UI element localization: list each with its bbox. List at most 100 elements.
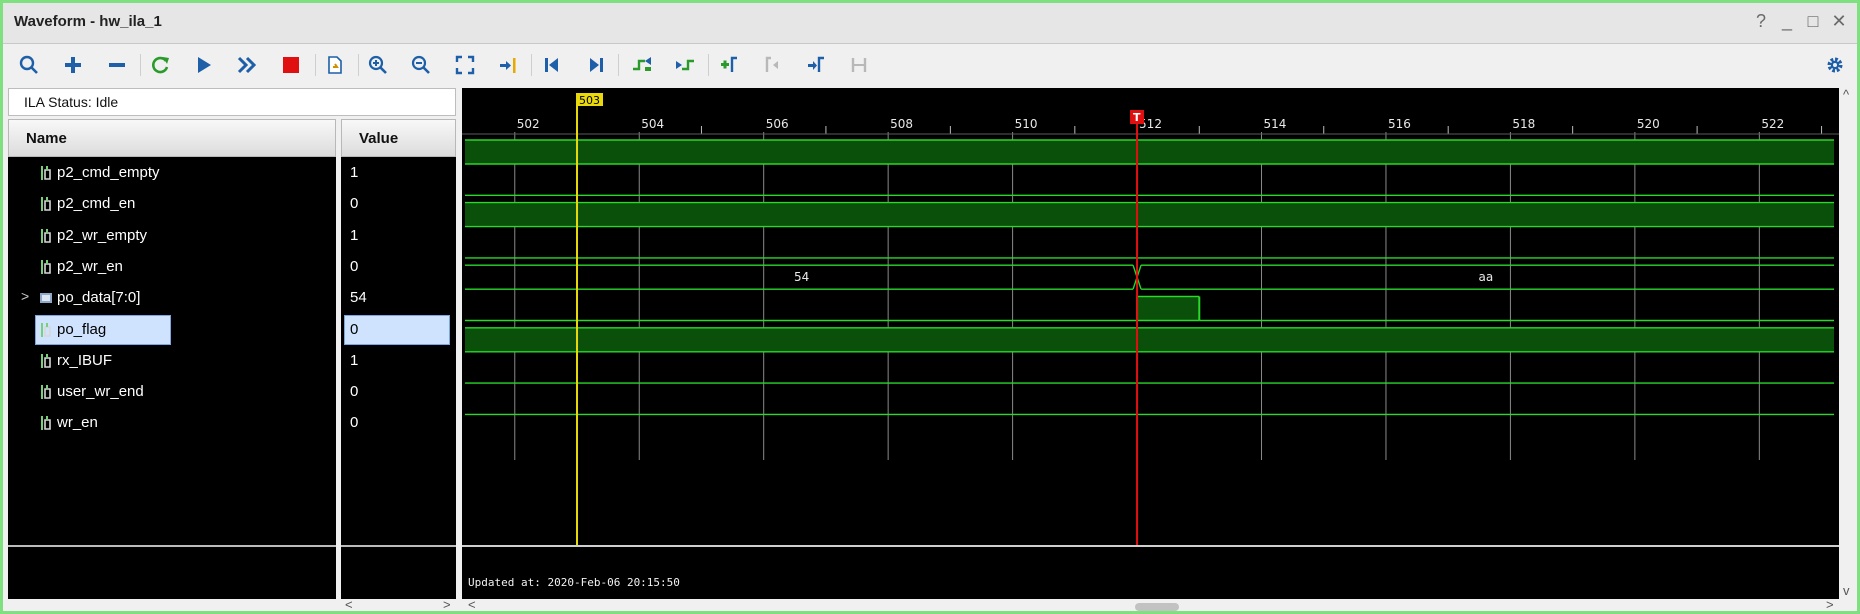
time-tick-label: 504 <box>641 117 664 131</box>
bit-signal-icon <box>41 228 51 243</box>
waveform-canvas[interactable]: 502 504 506 508 510 512 514 516 518 520 522 54 aa 503… <box>462 88 1839 599</box>
scroll-right-icon[interactable]: > <box>443 597 451 611</box>
selection-highlight <box>344 314 450 345</box>
zoom-fit-icon[interactable] <box>452 53 478 77</box>
time-tick-label: 502 <box>517 117 540 131</box>
value-row[interactable]: 1 <box>341 157 456 188</box>
add-icon[interactable] <box>60 53 86 77</box>
refresh-icon[interactable] <box>148 53 174 77</box>
value-row[interactable]: 0 <box>341 376 456 407</box>
scroll-up-icon[interactable]: ^ <box>1843 87 1849 102</box>
time-tick-label: 510 <box>1015 117 1038 131</box>
value-row[interactable]: 1 <box>341 220 456 251</box>
go-to-start-icon[interactable] <box>539 53 565 77</box>
export-icon[interactable] <box>322 53 348 77</box>
value-panel-scrollbar[interactable]: < > <box>341 597 456 611</box>
signal-value: 0 <box>350 257 359 275</box>
close-icon[interactable]: ✕ <box>1829 11 1849 31</box>
value-row[interactable]: 1 <box>341 345 456 376</box>
signal-name: po_flag <box>57 320 107 338</box>
wave-high-region <box>465 327 1834 352</box>
time-tick-label: 522 <box>1761 117 1784 131</box>
time-tick-label: 508 <box>890 117 913 131</box>
go-to-end-icon[interactable] <box>583 53 609 77</box>
cursor-label: 503 <box>579 94 600 107</box>
signal-name: wr_en <box>57 414 98 432</box>
toolbar-separator <box>315 54 316 76</box>
remove-icon[interactable] <box>104 53 130 77</box>
scroll-left-icon[interactable]: < <box>468 597 476 611</box>
value-row[interactable]: 0 <box>341 314 456 345</box>
signal-row[interactable]: p2_wr_empty <box>8 220 336 251</box>
signal-row[interactable]: user_wr_end <box>8 376 336 407</box>
signal-value: 1 <box>350 351 359 369</box>
signal-row[interactable]: wr_en <box>8 407 336 438</box>
wave-high-region <box>465 140 1834 164</box>
zoom-out-icon[interactable] <box>408 53 434 77</box>
bit-signal-icon <box>41 259 51 274</box>
zoom-in-icon[interactable] <box>365 53 391 77</box>
panel-divider <box>8 545 336 547</box>
signal-name: po_data[7:0] <box>57 289 141 307</box>
scrollbar-thumb[interactable] <box>1135 603 1179 611</box>
value-row[interactable]: 0 <box>341 188 456 219</box>
signal-row[interactable]: p2_cmd_en <box>8 188 336 219</box>
scroll-right-icon[interactable]: > <box>1826 597 1834 611</box>
value-column-header[interactable]: Value <box>341 119 456 157</box>
signal-row[interactable]: rx_IBUF <box>8 345 336 376</box>
wave-high-region <box>1137 296 1200 321</box>
waveform-window: Waveform - hw_ila_1 ? _ □ ✕ ILA Status: … <box>0 0 1860 614</box>
value-row[interactable]: 0 <box>341 407 456 438</box>
value-row[interactable]: 54 <box>341 282 456 313</box>
signal-row[interactable]: p2_cmd_empty <box>8 157 336 188</box>
name-column-header[interactable]: Name <box>8 119 336 157</box>
next-marker-icon[interactable] <box>803 53 829 77</box>
bit-signal-icon <box>41 197 51 212</box>
toolbar-separator <box>140 54 141 76</box>
previous-transition-icon[interactable] <box>629 53 655 77</box>
search-icon[interactable] <box>16 53 42 77</box>
trigger-marker-label: T <box>1133 111 1141 124</box>
panel-divider <box>341 545 456 547</box>
updated-timestamp: Updated at: 2020-Feb-06 20:15:50 <box>468 576 680 589</box>
expand-chevron-icon[interactable]: > <box>21 288 29 304</box>
toolbar <box>3 44 1857 85</box>
signal-name-list: p2_cmd_empty p2_cmd_en p2_wr_empty p2_wr_en… <box>8 157 336 599</box>
bit-signal-icon <box>41 385 51 400</box>
bit-signal-icon <box>41 353 51 368</box>
run-trigger-icon[interactable] <box>191 53 217 77</box>
waveform-vertical-scrollbar[interactable]: ^ v <box>1839 87 1857 611</box>
add-marker-icon[interactable] <box>716 53 742 77</box>
value-row[interactable]: 0 <box>341 251 456 282</box>
run-immediate-icon[interactable] <box>234 53 260 77</box>
stop-icon[interactable] <box>278 53 304 77</box>
signal-row[interactable]: > po_data[7:0] <box>8 282 336 313</box>
waveform-horizontal-scrollbar[interactable]: < > <box>462 597 1839 611</box>
time-tick-label: 518 <box>1512 117 1535 131</box>
title-bar: Waveform - hw_ila_1 ? _ □ ✕ <box>3 3 1857 44</box>
time-tick-label: 514 <box>1264 117 1287 131</box>
name-panel-scrollbar[interactable] <box>8 599 336 611</box>
toolbar-separator <box>358 54 359 76</box>
signal-name: p2_cmd_empty <box>57 164 160 181</box>
maximize-icon[interactable]: □ <box>1803 11 1823 31</box>
wave-high-region <box>465 202 1834 227</box>
signal-value: 1 <box>350 226 359 244</box>
signal-row[interactable]: p2_wr_en <box>8 251 336 282</box>
toolbar-separator <box>708 54 709 76</box>
bus-value-label: aa <box>1479 270 1494 284</box>
bit-signal-icon <box>41 416 51 431</box>
time-tick-label: 520 <box>1637 117 1660 131</box>
help-icon[interactable]: ? <box>1751 11 1771 31</box>
next-transition-icon[interactable] <box>672 53 698 77</box>
minimize-icon[interactable]: _ <box>1777 11 1797 31</box>
toolbar-separator <box>531 54 532 76</box>
go-to-cursor-icon[interactable] <box>495 53 521 77</box>
signal-row[interactable]: po_flag <box>8 314 336 345</box>
swap-cursors-icon[interactable] <box>846 53 872 77</box>
scroll-down-icon[interactable]: v <box>1843 583 1850 598</box>
previous-marker-icon[interactable] <box>760 53 786 77</box>
toolbar-separator <box>618 54 619 76</box>
scroll-left-icon[interactable]: < <box>345 597 353 611</box>
gear-icon[interactable] <box>1822 53 1848 77</box>
